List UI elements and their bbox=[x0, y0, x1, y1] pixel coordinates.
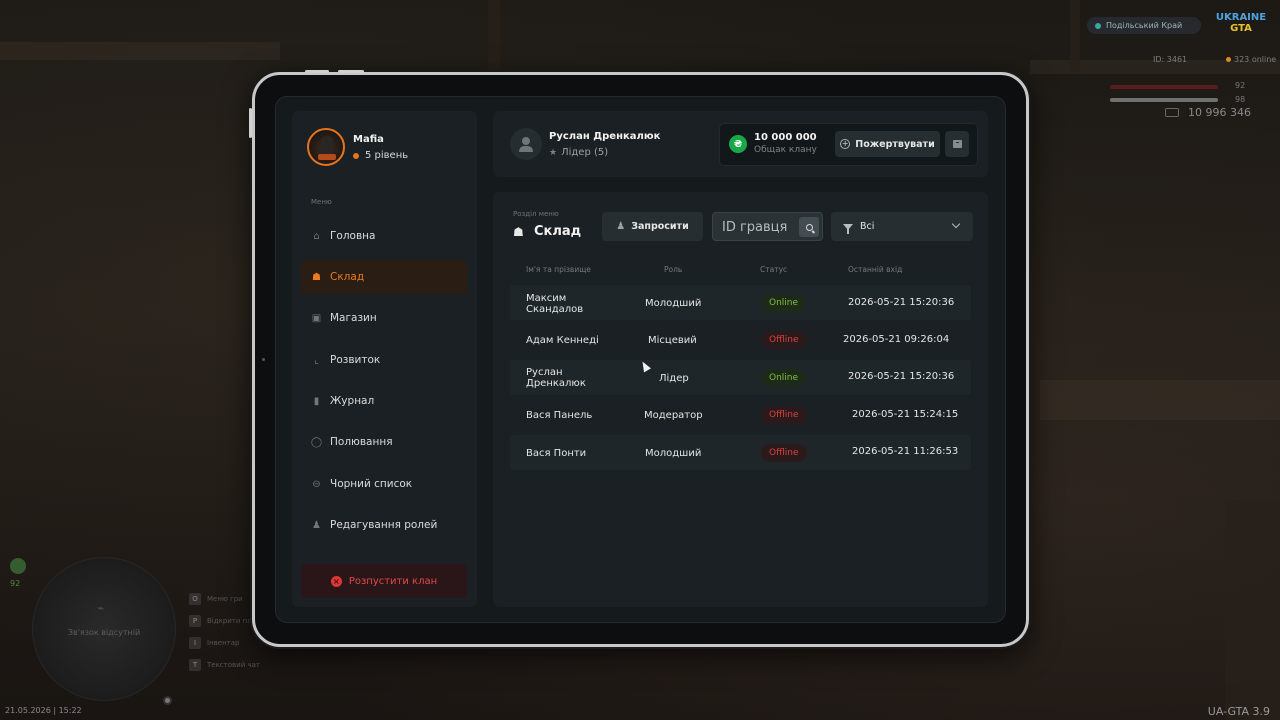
status-badge: Offline bbox=[761, 331, 807, 349]
armor-bar bbox=[1110, 98, 1218, 102]
server-badge: Подільський Край bbox=[1087, 17, 1201, 34]
target-icon: ◯ bbox=[310, 436, 323, 448]
minimap-player-icon bbox=[163, 696, 172, 705]
block-icon: ⊖ bbox=[312, 478, 321, 490]
sidebar-item-shop[interactable]: ▣ Магазин bbox=[301, 301, 467, 335]
user-edit-icon: ♟ bbox=[312, 519, 321, 531]
section-caption: Розділ меню bbox=[513, 210, 559, 218]
last-login: 2026-05-21 15:20:36 bbox=[848, 371, 955, 382]
box-icon bbox=[952, 140, 962, 148]
last-login: 2026-05-21 15:24:15 bbox=[852, 409, 959, 420]
tablet-side-button bbox=[249, 108, 252, 138]
server-icon bbox=[1095, 22, 1101, 29]
player-id: ID: 3461 bbox=[1153, 55, 1188, 64]
online-count: 323 online bbox=[1226, 55, 1276, 64]
add-user-icon: ♟ bbox=[616, 221, 626, 232]
chart-icon: ⌞ bbox=[314, 354, 319, 366]
people-icon: ☗ bbox=[312, 271, 321, 283]
radar-signal-icon bbox=[10, 558, 26, 574]
sidebar-item-blacklist[interactable]: ⊖ Чорний список bbox=[301, 467, 467, 501]
plus-circle-icon: + bbox=[840, 139, 851, 149]
member-name: Вася Панель bbox=[526, 410, 593, 421]
member-name: Вася Понти bbox=[526, 448, 587, 459]
storage-box-button[interactable] bbox=[945, 131, 969, 157]
status-badge: Online bbox=[761, 369, 807, 387]
column-header-last-login: Останній вхід bbox=[848, 265, 903, 274]
tablet-camera bbox=[262, 358, 265, 361]
member-role: Молодший bbox=[645, 298, 702, 309]
bank-amount: 10 000 000 bbox=[754, 132, 817, 143]
player-search bbox=[712, 212, 823, 241]
status-badge: Online bbox=[761, 294, 807, 312]
status-filter-select[interactable]: Всі bbox=[831, 212, 973, 241]
last-login: 2026-05-21 15:20:36 bbox=[848, 297, 955, 308]
game-logo: UKRAINE GTA bbox=[1215, 12, 1267, 34]
tablet-button bbox=[305, 70, 329, 73]
member-role: Молодший bbox=[645, 448, 702, 459]
last-login: 2026-05-21 11:26:53 bbox=[852, 446, 959, 457]
last-login: 2026-05-21 09:26:04 bbox=[843, 334, 950, 345]
people-icon: ☗ bbox=[513, 224, 524, 239]
menu-caption: Меню bbox=[311, 198, 332, 206]
status-badge: Offline bbox=[761, 406, 807, 424]
key-hint: T Текстовий чат bbox=[189, 654, 275, 676]
member-role: Місцевий bbox=[648, 335, 697, 346]
star-icon: ★ bbox=[549, 147, 558, 158]
member-name: Руслан Дренкалюк bbox=[526, 367, 586, 389]
section-title: ☗ Склад bbox=[513, 224, 582, 239]
sidebar-item-development[interactable]: ⌞ Розвиток bbox=[301, 343, 467, 377]
disband-clan-button[interactable]: × Розпустити клан bbox=[301, 564, 467, 598]
user-name: Руслан Дренкалюк bbox=[549, 131, 661, 142]
sidebar-item-home[interactable]: ⌂ Головна bbox=[301, 219, 467, 253]
clan-avatar bbox=[307, 128, 345, 166]
level-dot-icon bbox=[353, 152, 359, 159]
search-input[interactable] bbox=[722, 218, 798, 236]
health-bar bbox=[1110, 85, 1218, 89]
search-icon bbox=[805, 223, 813, 231]
user-role: ★ Лідер (5) bbox=[549, 147, 609, 158]
user-avatar bbox=[510, 128, 542, 160]
filter-icon bbox=[843, 223, 853, 234]
sidebar-item-journal[interactable]: ▮ Журнал bbox=[301, 384, 467, 418]
money-value: 10 996 346 bbox=[1188, 106, 1251, 119]
hryvnia-coin-icon: ₴ bbox=[729, 135, 747, 153]
close-circle-icon: × bbox=[330, 575, 342, 587]
game-version: UA-GTA 3.9 bbox=[1207, 705, 1270, 718]
minimap-status: Зв'язок відсутній bbox=[67, 628, 141, 637]
member-name: Адам Кеннеді bbox=[526, 335, 599, 346]
column-header-role: Роль bbox=[664, 265, 683, 274]
sidebar-item-storage[interactable]: ☗ Склад bbox=[301, 260, 467, 294]
datetime: 21.05.2026 | 15:22 bbox=[5, 706, 82, 715]
clan-name: Mafia bbox=[353, 134, 384, 145]
sidebar-item-hunting[interactable]: ◯ Полювання bbox=[301, 425, 467, 459]
member-role: Лідер bbox=[659, 373, 689, 384]
armor-value: 98 bbox=[1235, 95, 1246, 104]
invite-button[interactable]: ♟ Запросити bbox=[602, 212, 703, 241]
online-icon bbox=[1226, 57, 1231, 62]
column-header-status: Статус bbox=[760, 265, 788, 274]
column-header-name: Ім'я та прізвище bbox=[526, 265, 591, 274]
member-name: Максим Скандалов bbox=[526, 293, 584, 315]
radar-number: 92 bbox=[10, 579, 21, 588]
cart-icon: ▣ bbox=[311, 312, 322, 324]
member-role: Модератор bbox=[644, 410, 703, 421]
chevron-down-icon bbox=[951, 219, 961, 229]
money-icon bbox=[1165, 108, 1179, 117]
status-badge: Offline bbox=[761, 444, 807, 462]
home-icon: ⌂ bbox=[313, 230, 320, 242]
sidebar-item-roles[interactable]: ♟ Редагування ролей bbox=[301, 508, 467, 542]
book-icon: ▮ bbox=[313, 395, 320, 407]
clan-level: 5 рівень bbox=[353, 150, 408, 161]
no-signal-icon: ⌁ bbox=[97, 601, 105, 615]
search-button[interactable] bbox=[799, 217, 819, 237]
tablet-button bbox=[338, 70, 364, 73]
server-name: Подільський Край bbox=[1106, 21, 1183, 30]
bank-label: Общак клану bbox=[754, 145, 817, 155]
health-value: 92 bbox=[1235, 81, 1246, 90]
donate-button[interactable]: + Пожертвувати bbox=[835, 131, 940, 157]
